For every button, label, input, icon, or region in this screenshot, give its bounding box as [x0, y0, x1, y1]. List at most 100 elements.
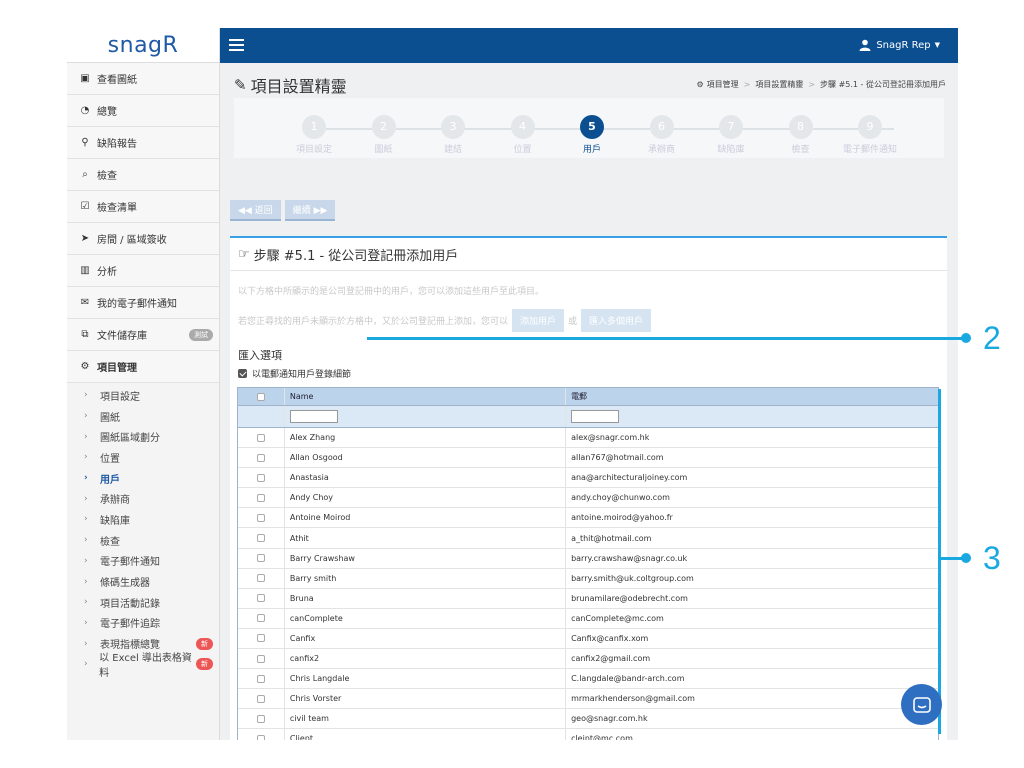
hamburger-menu-icon[interactable] [229, 39, 244, 51]
panel-title-text: 步驟 #5.1 - 從公司登記冊添加用戶 [253, 249, 459, 264]
breadcrumb-item[interactable]: 項目設置精靈 [755, 79, 803, 90]
cell-name: Alex Zhang [285, 428, 567, 448]
table-row[interactable]: Antoine Moirod antoine.moirod@yahoo.fr [238, 508, 938, 529]
row-checkbox[interactable] [256, 594, 265, 603]
map-pin-icon: ⚲ [81, 137, 89, 148]
table-row[interactable]: Allan Osgood allan767@hotmail.com [238, 448, 938, 469]
row-checkbox[interactable] [256, 694, 265, 703]
app-window: snagR ▣ 查看圖紙 ◔ 總覽 ⚲ 缺陷報告 ⌕ 檢查 ☑ 檢查清單 ➤ 房間 / 區域簽收 ▥ 分析… [67, 28, 958, 740]
table-row[interactable]: canComplete canComplete@mc.com [238, 608, 938, 629]
sidebar-subitem[interactable]: › 圖紙區域劃分 [67, 426, 219, 447]
table-row[interactable]: Barry smith barry.smith@uk.coltgroup.com [238, 568, 938, 589]
table-row[interactable]: Canfix Canfix@canfix.xom [238, 628, 938, 650]
wizard-step-number: 7 [719, 115, 743, 139]
sidebar-item-label: 項目管理 [97, 363, 137, 374]
sidebar-item[interactable]: ◔ 總覽 [67, 95, 219, 127]
table-row[interactable]: Andy Choy andy.choy@chunwo.com [238, 488, 938, 509]
row-checkbox[interactable] [256, 433, 265, 442]
wizard-step-number: 9 [858, 115, 882, 139]
sidebar-subitem[interactable]: › 缺陷庫 [67, 509, 219, 530]
sidebar-item[interactable]: ☑ 檢查清單 [67, 191, 219, 223]
wizard-step[interactable]: 9 電子郵件通知 [840, 115, 900, 155]
wizard-step[interactable]: 1 項目設定 [284, 115, 344, 155]
user-menu[interactable]: SnagR Rep ▼ [859, 39, 940, 51]
filter-cell-empty [238, 406, 285, 427]
wizard-step[interactable]: 6 承辦商 [632, 115, 692, 155]
row-checkbox[interactable] [256, 614, 265, 623]
table-row[interactable]: Barry Crawshaw barry.crawshaw@snagr.co.uk [238, 548, 938, 569]
sidebar-subitem[interactable]: › 條碼生成器 [67, 571, 219, 592]
breadcrumb-item[interactable]: 項目管理 [707, 79, 739, 90]
cell-email: ana@architecturaljoiney.com [571, 473, 688, 483]
sidebar-subitem-label: 位置 [100, 453, 120, 465]
notify-option[interactable]: 以電郵通知用戶登錄細節 [238, 367, 351, 380]
sidebar-subitem[interactable]: › 位置 [67, 447, 219, 468]
logo[interactable]: snagR [67, 28, 219, 63]
row-checkbox[interactable] [256, 634, 265, 643]
table-row[interactable]: Chris Vorster mrmarkhenderson@gmail.com [238, 689, 938, 710]
wizard-step[interactable]: 5 用戶 [562, 115, 622, 155]
image-icon: ▣ [80, 73, 90, 84]
table-row[interactable]: Athit a_thit@hotmail.com [238, 528, 938, 549]
chat-launcher-button[interactable] [901, 684, 942, 725]
row-checkbox[interactable] [256, 554, 265, 563]
row-checkbox[interactable] [256, 513, 265, 522]
row-checkbox[interactable] [256, 534, 265, 543]
sidebar-subitem[interactable]: › 檢查 [67, 530, 219, 551]
table-row[interactable]: Client cleint@mc.com [238, 729, 938, 740]
table-row[interactable]: Anastasia ana@architecturaljoiney.com [238, 468, 938, 489]
sidebar-subitem[interactable]: › 電子郵件追踪 [67, 613, 219, 634]
column-header-name[interactable]: Name [285, 388, 567, 405]
select-all-checkbox[interactable] [256, 392, 265, 401]
wizard-step[interactable]: 2 圖紙 [354, 115, 414, 155]
wizard-step-number: 4 [510, 115, 535, 139]
row-checkbox[interactable] [256, 654, 265, 663]
sidebar-subitem[interactable]: › 項目活動記錄 [67, 592, 219, 613]
table-row[interactable]: Chris Langdale C.langdale@bandr-arch.com [238, 669, 938, 690]
sidebar-item[interactable]: ▣ 查看圖紙 [67, 63, 219, 95]
sidebar-item[interactable]: ⚙ 項目管理 [67, 351, 219, 383]
sidebar-item[interactable]: ➤ 房間 / 區域簽收 [67, 223, 219, 255]
row-checkbox[interactable] [256, 473, 265, 482]
row-checkbox[interactable] [256, 493, 265, 502]
sidebar-subitem[interactable]: › 用戶 [67, 468, 219, 489]
sidebar-subitem[interactable]: › 項目設定 [67, 385, 219, 406]
sidebar-subitem[interactable]: › 電子郵件通知 [67, 551, 219, 572]
row-checkbox[interactable] [256, 714, 265, 723]
wizard-step-number: 3 [441, 115, 465, 139]
sidebar-item[interactable]: ▥ 分析 [67, 255, 219, 287]
row-checkbox[interactable] [256, 674, 265, 683]
sidebar-item[interactable]: ✉ 我的電子郵件通知 [67, 287, 219, 319]
email-filter-input[interactable] [571, 410, 620, 423]
row-checkbox[interactable] [256, 453, 265, 462]
magic-wand-icon: ✎ [234, 76, 247, 94]
back-button[interactable]: ◀◀ 返回 [230, 200, 281, 221]
next-button[interactable]: 繼續 ▶▶ [284, 200, 336, 221]
notify-checkbox[interactable] [238, 369, 247, 378]
sidebar-item[interactable]: ⚲ 缺陷報告 [67, 127, 219, 159]
sidebar-subitem-label: 條碼生成器 [100, 578, 150, 590]
cell-email: allan767@hotmail.com [571, 453, 664, 463]
wizard-step[interactable]: 4 位置 [493, 115, 553, 155]
column-header-email[interactable]: 電郵 [566, 388, 938, 405]
sidebar-item[interactable]: ⧉ 文件儲存庫 測試 [67, 319, 219, 351]
table-row[interactable]: Bruna brunamilare@odebrecht.com [238, 588, 938, 609]
sidebar-item[interactable]: ⌕ 檢查 [67, 159, 219, 191]
sidebar-subitem[interactable]: › 圖紙 [67, 406, 219, 427]
import-users-button[interactable]: 匯入多個用戶 [581, 309, 652, 332]
sidebar-subitem[interactable]: › 承辦商 [67, 488, 219, 509]
add-user-button[interactable]: 添加用戶 [512, 309, 565, 332]
sidebar-subitem-label: 項目設定 [100, 391, 140, 403]
chevron-right-icon: › [84, 452, 88, 463]
table-row[interactable]: civil team geo@snagr.com.hk [238, 709, 938, 730]
wizard-step-label: 電子郵件通知 [842, 145, 897, 155]
row-checkbox[interactable] [256, 734, 265, 740]
wizard-step[interactable]: 7 缺陷庫 [701, 115, 761, 155]
sidebar-subitem[interactable]: › 以 Excel 導出表格資料新 [67, 653, 219, 679]
wizard-step[interactable]: 3 建結 [423, 115, 483, 155]
table-row[interactable]: canfix2 canfix2@gmail.com [238, 649, 938, 670]
name-filter-input[interactable] [289, 410, 338, 423]
wizard-step[interactable]: 8 檢查 [771, 115, 831, 155]
row-checkbox[interactable] [256, 574, 265, 583]
table-row[interactable]: Alex Zhang alex@snagr.com.hk [238, 428, 938, 449]
